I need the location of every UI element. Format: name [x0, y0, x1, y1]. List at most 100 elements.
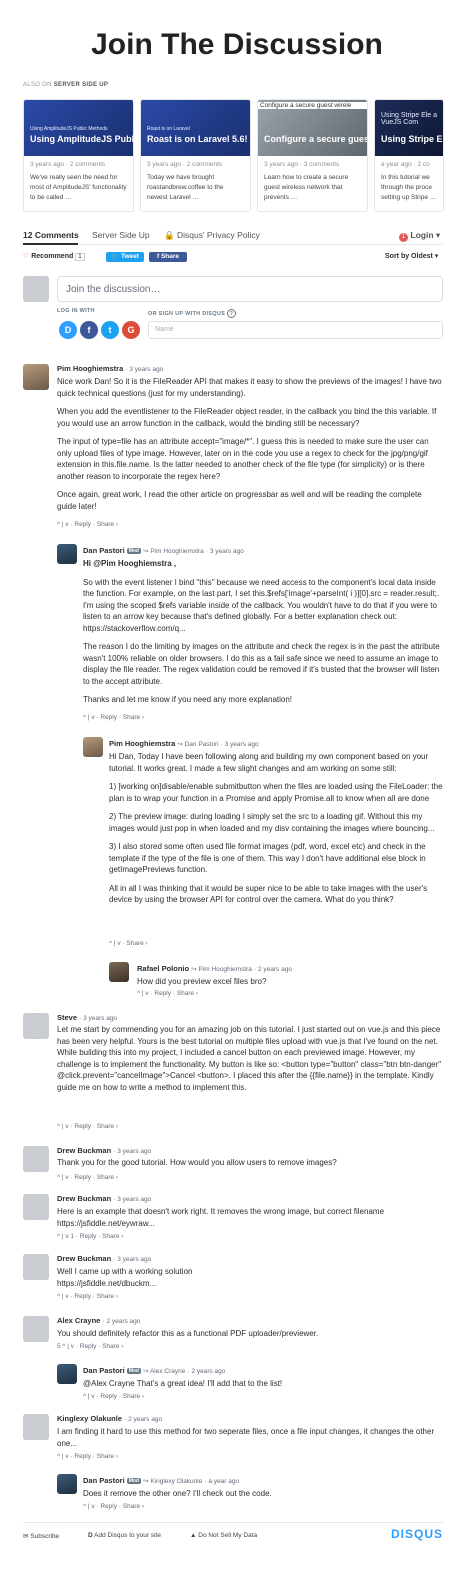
also-on-label: ALSO ON SERVER SIDE UP [23, 82, 109, 88]
page-title: Join The Discussion [91, 28, 383, 61]
mod-badge: Mod [126, 548, 141, 554]
card-thumbnail: Using Stripe Ele a VueJS Com Using Stripe… [375, 100, 443, 156]
comment-author[interactable]: Drew Buckman · 3 years ago [57, 1146, 151, 1155]
comment-author[interactable]: Dan Pastori Mod ↪ Kinglexy Olakunle · a y… [83, 1476, 239, 1485]
comment-actions[interactable]: ^ | v · Reply · Share › [83, 1503, 144, 1510]
avatar[interactable] [57, 544, 77, 564]
comment-actions[interactable]: ^ | v · Reply · Share › [137, 990, 198, 997]
mod-badge: Mod [126, 1478, 141, 1484]
related-card[interactable]: Using AmplitudeJS Public Methods Using Am… [23, 99, 134, 212]
comment-actions[interactable]: ^ | v · Reply · Share › [57, 1174, 118, 1181]
avatar[interactable] [23, 1013, 49, 1039]
comment-body: Let me start by commending you for an am… [57, 1025, 442, 1092]
comment-author[interactable]: Drew Buckman · 3 years ago [57, 1254, 151, 1263]
recommend-count: 1 [75, 253, 85, 261]
avatar[interactable] [23, 1194, 49, 1220]
add-disqus-link[interactable]: D Add Disqus to your site [88, 1532, 161, 1539]
card-thumbnail: Using AmplitudeJS Public Methods Using Am… [24, 100, 133, 156]
comment-author[interactable]: Dan Pastori Mod ↪ Alex Crayne · 2 years a… [83, 1366, 225, 1375]
card-meta: a year ago · 2 co [381, 161, 430, 168]
disqus-icon: D [88, 1532, 93, 1539]
comment-body: Hi Dan, Today I have been following alon… [109, 752, 443, 904]
related-card[interactable]: Configure a secure guest wirele Configure… [257, 99, 368, 212]
warning-icon: ▲ [190, 1532, 197, 1539]
google-login-icon[interactable]: G [122, 321, 140, 339]
comment-body: Hi @Pim Hooghiemstra , So with the event … [83, 559, 440, 704]
related-card[interactable]: Roast is on Laravel Roast is on Laravel 5… [140, 99, 251, 212]
recommend-button[interactable]: ♡ Recommend 1 [23, 252, 85, 261]
mod-badge: Mod [126, 1368, 141, 1374]
tweet-button[interactable]: 🐦 Tweet [106, 252, 144, 262]
active-tab-underline [23, 243, 78, 245]
comment-input[interactable]: Join the discussion… [57, 276, 443, 302]
comment-actions[interactable]: ^ | v · Reply · Share › [57, 521, 118, 528]
heart-icon: ♡ [23, 253, 30, 260]
comment-author[interactable]: Alex Crayne · 2 years ago [57, 1316, 140, 1325]
card-excerpt: Today we have brought roastandbrew.coffe… [147, 174, 224, 201]
signup-label: OR SIGN UP WITH DISQUS ? [148, 309, 236, 318]
comment-author[interactable]: Steve · 3 years ago [57, 1013, 117, 1022]
avatar[interactable] [23, 1254, 49, 1280]
card-meta: 3 years ago · 2 comments [147, 161, 223, 168]
comment-body: I am finding it hard to use this method … [57, 1427, 435, 1448]
card-excerpt: We've really seen the need for most of A… [30, 174, 127, 201]
comment-body: Well I came up with a working solution h… [57, 1267, 193, 1288]
comment-author[interactable]: Rafael Polonio ↪ Pim Hooghiemstra · 2 ye… [137, 964, 292, 973]
avatar[interactable] [23, 364, 49, 390]
avatar[interactable] [57, 1364, 77, 1384]
avatar[interactable] [23, 1316, 49, 1342]
comment-actions[interactable]: ^ | v · Reply · Share › [57, 1453, 118, 1460]
facebook-icon: f [156, 253, 160, 260]
comment-actions[interactable]: ^ | v · Reply · Share › [57, 1293, 118, 1300]
comment-actions[interactable]: ^ | v · Reply · Share › [57, 1123, 118, 1130]
twitter-login-icon[interactable]: t [101, 321, 119, 339]
card-excerpt: In this tutorial we through the proce se… [381, 174, 437, 201]
comment-actions[interactable]: ^ | v · Share › [109, 940, 148, 947]
lock-icon: 🔒 [164, 230, 175, 240]
subscribe-link[interactable]: ✉ Subscribe [23, 1532, 59, 1540]
comment-author[interactable]: Dan Pastori Mod ↪ Pim Hooghiemstra · 3 ye… [83, 546, 244, 555]
comment-body: Thank you for the good tutorial. How wou… [57, 1158, 337, 1167]
login-with-label: LOG IN WITH [57, 308, 95, 314]
sort-dropdown[interactable]: Sort by Oldest ▾ [385, 252, 438, 260]
avatar[interactable] [57, 1474, 77, 1494]
name-input[interactable]: Name [148, 321, 443, 339]
nav-tabs: 12 Comments Server Side Up 🔒 Disqus' Pri… [23, 230, 443, 245]
twitter-icon: 🐦 [111, 253, 120, 260]
comment-body: Nice work Dan! So it is the FileReader A… [57, 377, 442, 511]
facebook-login-icon[interactable]: f [80, 321, 98, 339]
footer-divider [23, 1522, 443, 1523]
comment-actions[interactable]: 5 ^ | v · Reply · Share › [57, 1343, 124, 1350]
avatar[interactable] [109, 962, 129, 982]
do-not-sell-link[interactable]: ▲ Do Not Sell My Data [190, 1532, 257, 1539]
related-card[interactable]: Using Stripe Ele a VueJS Com Using Stripe… [374, 99, 444, 212]
avatar[interactable] [83, 737, 103, 757]
comment-actions[interactable]: ^ | v · Reply · Share › [83, 714, 144, 721]
disqus-login-icon[interactable]: D [59, 321, 77, 339]
tab-site[interactable]: Server Side Up [92, 230, 150, 240]
card-meta: 3 years ago · 3 comments [264, 161, 340, 168]
card-thumbnail: Roast is on Laravel Roast is on Laravel 5… [141, 100, 250, 156]
privacy-link[interactable]: 🔒 Disqus' Privacy Policy [164, 230, 260, 241]
login-menu[interactable]: 1 Login ▾ [399, 230, 440, 242]
comment-author[interactable]: Pim Hooghiemstra ↪ Dan Pastori · 3 years… [109, 739, 259, 748]
comment-author[interactable]: Pim Hooghiemstra · 3 years ago [57, 364, 163, 373]
disqus-logo[interactable]: DISQUS [391, 1527, 443, 1541]
user-avatar [23, 276, 49, 302]
comment-author[interactable]: Kinglexy Olakunle · 2 years ago [57, 1414, 162, 1423]
tab-comments[interactable]: 12 Comments [23, 230, 79, 240]
avatar[interactable] [23, 1414, 49, 1440]
chevron-down-icon: ▾ [435, 230, 441, 240]
card-meta: 3 years ago · 2 comments [30, 161, 106, 168]
avatar[interactable] [23, 1146, 49, 1172]
comment-body: Here is an example that doesn't work rig… [57, 1207, 385, 1228]
comment-actions[interactable]: ^ | v 1 · Reply · Share › [57, 1233, 124, 1240]
envelope-icon: ✉ [23, 1533, 29, 1540]
comment-actions[interactable]: ^ | v · Reply · Share › [83, 1393, 144, 1400]
comment-author[interactable]: Drew Buckman · 3 years ago [57, 1194, 151, 1203]
card-excerpt: Learn how to create a secure guest wirel… [264, 174, 349, 201]
notification-badge: 1 [399, 233, 408, 242]
help-icon[interactable]: ? [226, 309, 236, 318]
chevron-down-icon: ▾ [434, 253, 439, 260]
facebook-share-button[interactable]: f Share [149, 252, 187, 262]
